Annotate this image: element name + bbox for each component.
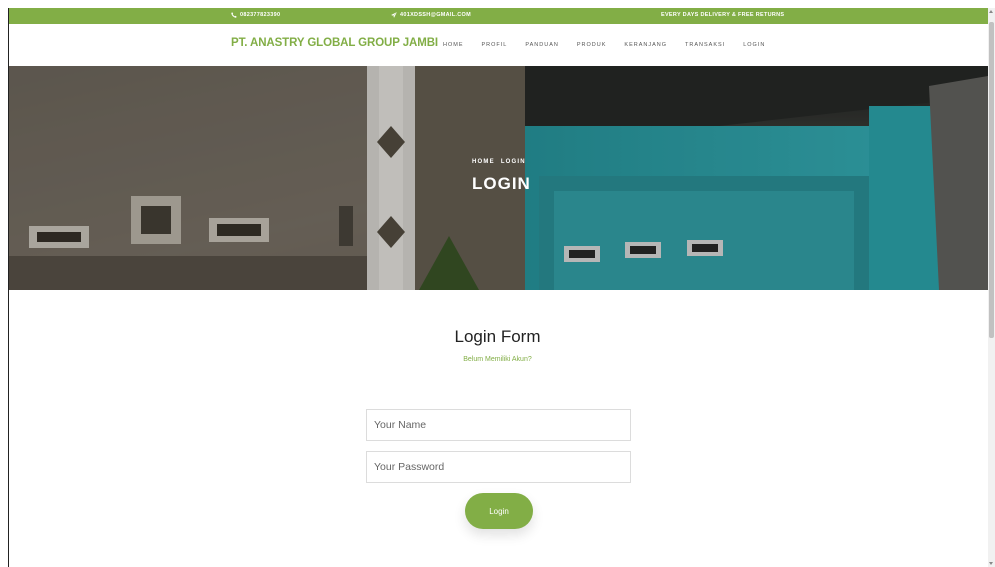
nav-menu: HOME PROFIL PANDUAN PRODUK KERANJANG TRA…: [443, 42, 783, 48]
nav-produk[interactable]: PRODUK: [577, 42, 607, 48]
breadcrumb-home[interactable]: HOME: [472, 159, 495, 165]
scroll-down-arrow-icon[interactable]: [989, 562, 993, 565]
nav-login[interactable]: LOGIN: [743, 42, 765, 48]
scroll-thumb[interactable]: [989, 22, 994, 338]
name-input[interactable]: [366, 409, 631, 441]
hero-banner: HOME LOGIN LOGIN: [9, 66, 988, 290]
nav-keranjang[interactable]: KERANJANG: [624, 42, 667, 48]
contact-email: 401XDSSH@GMAIL.COM: [391, 12, 471, 18]
phone-icon: [231, 12, 237, 18]
nav-home[interactable]: HOME: [443, 42, 464, 48]
nav-panduan[interactable]: PANDUAN: [525, 42, 559, 48]
site-brand[interactable]: PT. ANASTRY GLOBAL GROUP JAMBI: [231, 37, 438, 49]
promo-text: EVERY DAYS DELIVERY & FREE RETURNS: [661, 12, 785, 18]
paper-plane-icon: [391, 12, 397, 18]
vertical-scrollbar[interactable]: [988, 8, 995, 567]
login-form-title: Login Form: [454, 327, 541, 346]
contact-phone: 082377823390: [231, 12, 280, 18]
scroll-up-arrow-icon[interactable]: [989, 10, 993, 13]
breadcrumb-current: LOGIN: [500, 159, 526, 165]
login-button[interactable]: Login: [465, 493, 533, 529]
register-link[interactable]: Belum Memiliki Akun?: [0, 356, 995, 363]
breadcrumb: HOME LOGIN: [472, 159, 532, 165]
browser-page: 082377823390 401XDSSH@GMAIL.COM EVERY DA…: [0, 0, 995, 567]
contact-bar: 082377823390 401XDSSH@GMAIL.COM EVERY DA…: [9, 8, 988, 24]
phone-number: 082377823390: [240, 12, 281, 18]
nav-transaksi[interactable]: TRANSAKSI: [685, 42, 725, 48]
nav-profil[interactable]: PROFIL: [482, 42, 508, 48]
main-navbar: PT. ANASTRY GLOBAL GROUP JAMBI HOME PROF…: [9, 24, 988, 66]
page-title: LOGIN: [472, 174, 531, 193]
password-input[interactable]: [366, 451, 631, 483]
email-address: 401XDSSH@GMAIL.COM: [400, 12, 471, 18]
